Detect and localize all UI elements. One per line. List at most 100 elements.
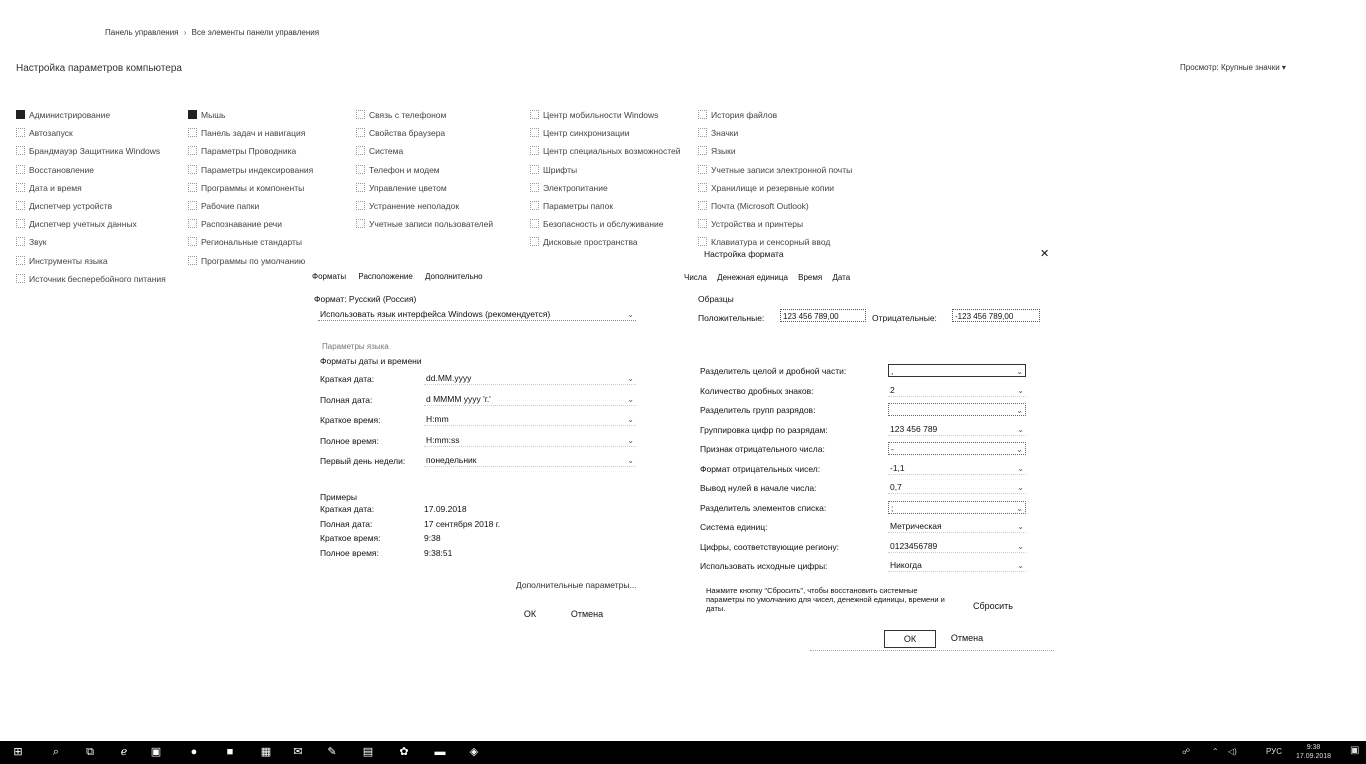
control-panel-item[interactable]: Брандмауэр Защитника Windows <box>16 146 160 156</box>
region-row-select[interactable]: H:mm:ss ⌄ <box>424 434 636 447</box>
app-icon[interactable]: ● <box>188 746 200 758</box>
region-row-select[interactable]: dd.MM.yyyy ⌄ <box>424 372 636 385</box>
control-panel-item[interactable]: Параметры папок <box>530 201 613 211</box>
control-panel-item[interactable]: Значки <box>698 128 738 138</box>
region-ok-button[interactable]: ОК <box>515 606 545 622</box>
control-panel-item[interactable]: Дата и время <box>16 182 82 193</box>
control-panel-item[interactable]: Распознавание речи <box>188 219 282 229</box>
edge-icon[interactable]: ℯ <box>118 746 130 758</box>
format-select[interactable]: Использовать язык интерфейса Windows (ре… <box>318 308 636 321</box>
control-panel-item[interactable]: Дисковые пространства <box>530 237 638 247</box>
chevron-down-icon: ⌄ <box>1017 385 1024 395</box>
close-icon[interactable]: ✕ <box>1040 247 1049 260</box>
format-cancel-button[interactable]: Отмена <box>944 630 990 646</box>
paint-icon[interactable]: ✎ <box>326 746 338 758</box>
format-ok-button[interactable]: ОК <box>884 630 936 648</box>
format-row-select[interactable]: 123 456 789 ⌄ <box>888 423 1026 436</box>
control-panel-item[interactable]: Клавиатура и сенсорный ввод <box>698 237 830 247</box>
region-row-select[interactable]: H:mm ⌄ <box>424 413 636 426</box>
reset-button[interactable]: Сбросить <box>970 598 1016 614</box>
format-row-select[interactable]: , ⌄ <box>888 364 1026 377</box>
region-row-select[interactable]: понедельник ⌄ <box>424 454 636 467</box>
network-icon[interactable]: ◈ <box>468 746 480 758</box>
control-panel-item[interactable]: Источник бесперебойного питания <box>16 273 166 284</box>
control-panel-item[interactable]: Программы и компоненты <box>188 182 304 193</box>
format-row-select[interactable]: 2 ⌄ <box>888 384 1026 397</box>
format-row-select[interactable]: - ⌄ <box>888 442 1026 455</box>
control-panel-item[interactable]: Устранение неполадок <box>356 201 459 211</box>
control-panel-item[interactable]: Центр синхронизации <box>530 128 630 138</box>
language-indicator[interactable]: РУС <box>1266 747 1282 756</box>
format-row-select[interactable]: 0,7 ⌄ <box>888 481 1026 494</box>
mail-icon[interactable]: ✉ <box>292 746 304 758</box>
tab-location[interactable]: Расположение <box>358 272 412 281</box>
tab-advanced[interactable]: Дополнительно <box>425 272 483 281</box>
calculator-icon[interactable]: ▦ <box>260 746 272 758</box>
clock[interactable]: 9:38 17.09.2018 <box>1296 743 1331 761</box>
control-panel-item[interactable]: Устройства и принтеры <box>698 219 803 229</box>
tab-date[interactable]: Дата <box>832 273 850 282</box>
control-panel-item[interactable]: Почта (Microsoft Outlook) <box>698 201 809 211</box>
control-panel-item[interactable]: Региональные стандарты <box>188 237 302 247</box>
control-panel-item[interactable]: Параметры индексирования <box>188 164 313 175</box>
control-panel-item[interactable]: Инструменты языка <box>16 255 108 266</box>
control-panel-item-label: Параметры Проводника <box>201 146 297 157</box>
control-panel-item[interactable]: Мышь <box>188 110 225 120</box>
additional-settings-link[interactable]: Дополнительные параметры... <box>516 580 637 590</box>
view-by-select[interactable]: Просмотр: Крупные значки ▾ <box>1180 63 1286 72</box>
task-view-icon[interactable]: ⧉ <box>84 746 96 758</box>
control-panel-item[interactable]: Восстановление <box>16 164 94 175</box>
breadcrumb-link-control-panel[interactable]: Панель управления <box>105 28 179 37</box>
control-panel-item[interactable]: Безопасность и обслуживание <box>530 219 664 229</box>
control-panel-item[interactable]: Электропитание <box>530 182 608 193</box>
settings-icon[interactable]: ✿ <box>398 746 410 758</box>
control-panel-item[interactable]: Учетные записи электронной почты <box>698 164 852 175</box>
format-row-select[interactable]: ⌄ <box>888 403 1026 416</box>
tab-numbers[interactable]: Числа <box>684 273 707 282</box>
tab-currency[interactable]: Денежная единица <box>717 273 788 282</box>
store-icon[interactable]: ▣ <box>150 746 162 758</box>
control-panel-item[interactable]: Телефон и модем <box>356 164 440 175</box>
media-icon[interactable]: ▤ <box>362 746 374 758</box>
control-panel-item[interactable]: Диспетчер учетных данных <box>16 219 137 229</box>
control-panel-item[interactable]: Языки <box>698 146 736 156</box>
control-panel-item[interactable]: Администрирование <box>16 110 110 120</box>
control-panel-item[interactable]: Панель задач и навигация <box>188 128 305 138</box>
format-row-select[interactable]: ; ⌄ <box>888 500 1026 514</box>
control-panel-item[interactable]: Центр мобильности Windows <box>530 110 658 120</box>
format-row-select[interactable]: Метрическая ⌄ <box>888 520 1026 533</box>
control-panel-item[interactable]: Учетные записи пользователей <box>356 219 493 229</box>
speaker-icon[interactable]: ◁) <box>1228 747 1237 756</box>
control-panel-item[interactable]: Система <box>356 146 403 156</box>
control-panel-item[interactable]: Автозапуск <box>16 128 73 138</box>
region-cancel-button[interactable]: Отмена <box>566 606 608 622</box>
tab-time[interactable]: Время <box>798 273 822 282</box>
control-panel-item[interactable]: Связь с телефоном <box>356 110 446 120</box>
chevron-up-icon[interactable]: ⌃ <box>1212 747 1219 756</box>
control-panel-item[interactable]: Управление цветом <box>356 182 447 193</box>
control-panel-item[interactable]: Шрифты <box>530 164 577 175</box>
region-row-select[interactable]: d MMMM yyyy 'г.' ⌄ <box>424 393 636 406</box>
control-panel-item[interactable]: Свойства браузера <box>356 128 445 138</box>
control-panel-item[interactable]: Звук <box>16 237 46 247</box>
tab-formats[interactable]: Форматы <box>312 272 346 281</box>
explorer-icon[interactable]: ■ <box>224 746 236 758</box>
network-tray-icon[interactable]: ☍ <box>1182 747 1190 756</box>
search-icon[interactable]: ⌕ <box>50 746 62 758</box>
control-panel-item[interactable]: Хранилище и резервные копии <box>698 182 834 193</box>
breadcrumb-link-all-items[interactable]: Все элементы панели управления <box>192 28 319 37</box>
format-row-select[interactable]: 0123456789 ⌄ <box>888 540 1026 553</box>
folder-icon[interactable]: ▬ <box>434 746 446 758</box>
format-row-select[interactable]: Никогда ⌄ <box>888 559 1026 572</box>
format-row-label: Формат отрицательных чисел: <box>700 463 821 474</box>
control-panel-item[interactable]: Центр специальных возможностей <box>530 146 680 156</box>
notifications-icon[interactable]: ▣ <box>1350 745 1359 756</box>
windows-icon[interactable]: ⊞ <box>12 746 24 758</box>
control-panel-item[interactable]: Рабочие папки <box>188 201 259 211</box>
control-panel-item[interactable]: Программы по умолчанию <box>188 255 305 266</box>
control-panel-item[interactable]: История файлов <box>698 110 777 120</box>
control-panel-item[interactable]: Параметры Проводника <box>188 146 296 156</box>
language-preferences-link[interactable]: Параметры языка <box>322 342 389 351</box>
control-panel-item[interactable]: Диспетчер устройств <box>16 201 112 211</box>
format-row-select[interactable]: -1,1 ⌄ <box>888 462 1026 475</box>
